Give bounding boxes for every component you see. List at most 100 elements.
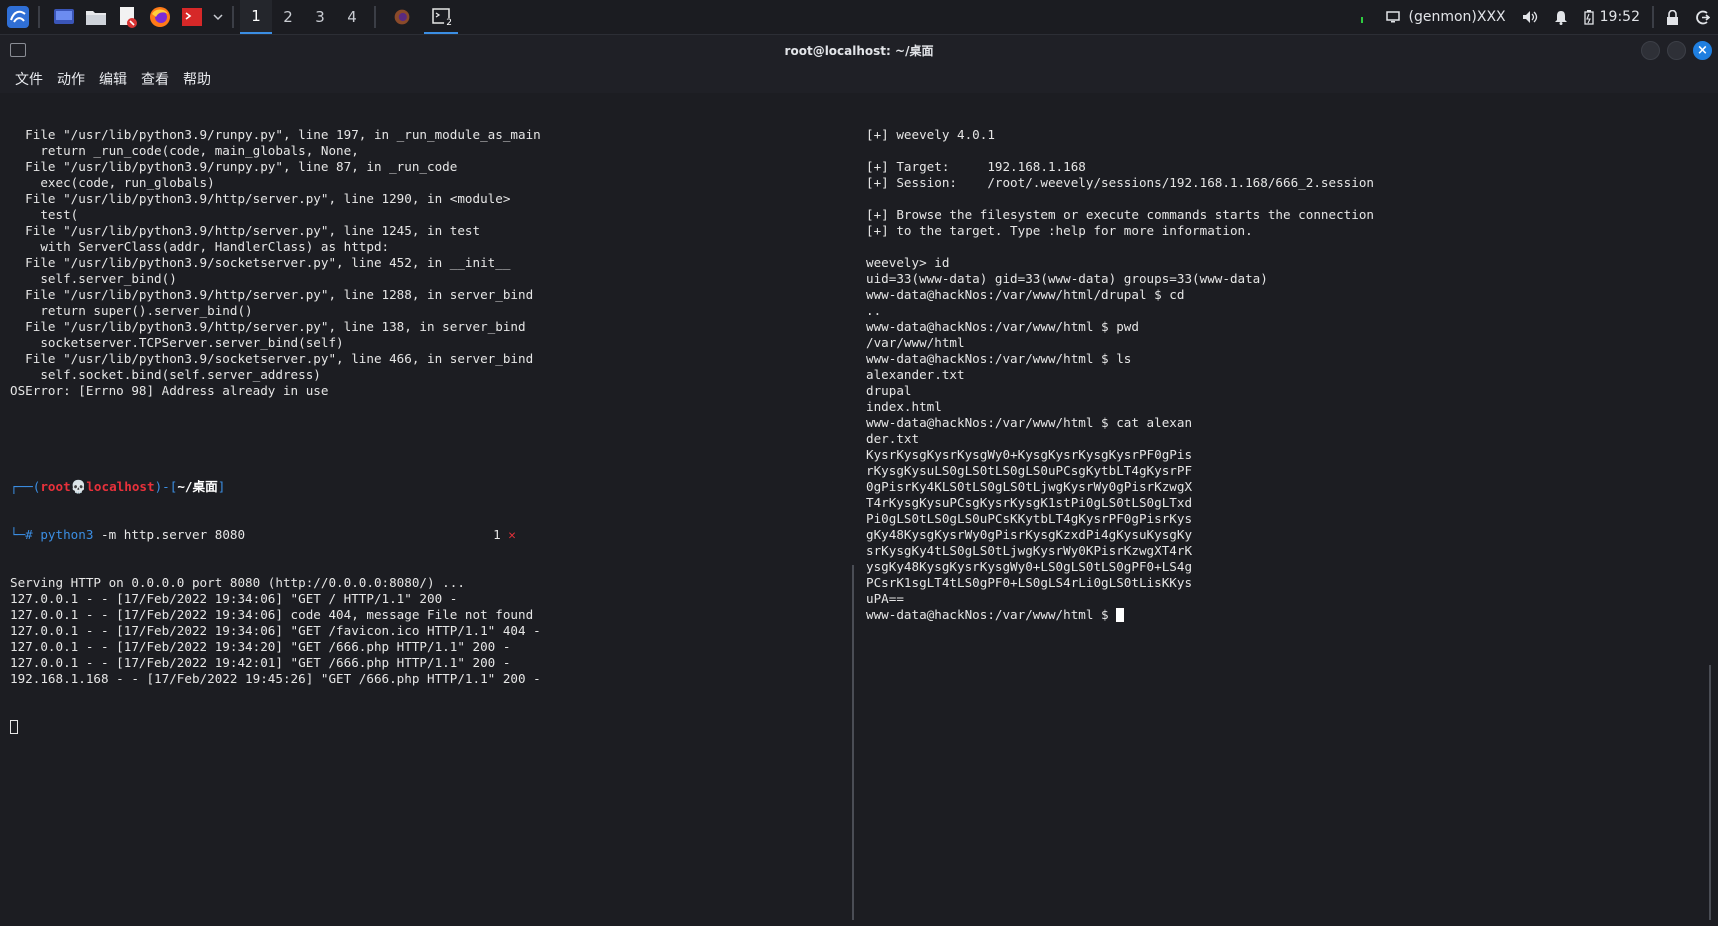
chevron-down-icon[interactable] bbox=[210, 3, 226, 31]
lock-icon[interactable] bbox=[1666, 9, 1679, 25]
menu-actions[interactable]: 动作 bbox=[50, 69, 92, 89]
server-log-line: Serving HTTP on 0.0.0.0 port 8080 (http:… bbox=[10, 575, 465, 590]
genmon-label[interactable]: (genmon)XXX bbox=[1408, 9, 1505, 25]
weevely-output-line: ysgKy48KysgKysrKysgWy0+LS0gLS0tLS0gPF0+L… bbox=[866, 559, 1374, 575]
line-text: KysrKysgKysrKysgWy0+KysgKysrKysgKysrPF0g… bbox=[866, 447, 1193, 462]
workspace-1[interactable]: 1 bbox=[240, 0, 272, 34]
line-text: [+] to the target. Type :help for more i… bbox=[866, 223, 1253, 238]
maximize-button[interactable] bbox=[1667, 41, 1686, 60]
line-text: [+] Target: 192.168.1.168 bbox=[866, 159, 1086, 174]
job-number: 1 bbox=[493, 527, 501, 542]
line-text: T4rKysgKysuPCsgKysrKysgK1stPi0gLS0tLS0gL… bbox=[866, 495, 1193, 510]
volume-icon[interactable] bbox=[1522, 10, 1538, 24]
left-terminal-pane[interactable]: File "/usr/lib/python3.9/runpy.py", line… bbox=[0, 93, 848, 926]
workspace-2[interactable]: 2 bbox=[272, 0, 304, 34]
window-titlebar[interactable]: root@localhost: ~/桌面 × bbox=[0, 35, 1718, 65]
traceback-line: exec(code, run_globals) bbox=[10, 175, 215, 190]
text-editor-icon[interactable] bbox=[114, 3, 142, 31]
weevely-output-line: uid=33(www-data) gid=33(www-data) groups… bbox=[866, 271, 1374, 287]
panel-separator bbox=[1652, 6, 1654, 28]
line-text: rKysgKysuLS0gLS0tLS0gLS0uPCsgKytbLT4gKys… bbox=[866, 463, 1193, 478]
prompt-dir: ~/桌面 bbox=[177, 479, 218, 494]
weevely-output-line: .. bbox=[866, 303, 1374, 319]
traceback-line: File "/usr/lib/python3.9/http/server.py"… bbox=[10, 319, 526, 334]
line-text: www-data@hackNos:/var/www/html/drupal $ … bbox=[866, 287, 1185, 302]
menu-help[interactable]: 帮助 bbox=[176, 69, 218, 89]
weevely-output-line: alexander.txt bbox=[866, 367, 1374, 383]
weevely-output-line: www-data@hackNos:/var/www/html/drupal $ … bbox=[866, 287, 1374, 303]
menu-bar: 文件 动作 编辑 查看 帮助 bbox=[0, 65, 1718, 93]
monitor-icon[interactable] bbox=[1386, 11, 1401, 23]
line-text: drupal bbox=[866, 383, 912, 398]
server-log-line: 127.0.0.1 - - [17/Feb/2022 19:34:20] "GE… bbox=[10, 639, 511, 654]
line-text: uPA== bbox=[866, 591, 904, 606]
weevely-output-line: [+] to the target. Type :help for more i… bbox=[866, 223, 1374, 239]
weevely-output-line: www-data@hackNos:/var/www/html $ ls bbox=[866, 351, 1374, 367]
right-terminal-pane[interactable]: [+] weevely 4.0.1 [+] Target: 192.168.1.1… bbox=[856, 93, 1718, 926]
menu-edit[interactable]: 编辑 bbox=[92, 69, 134, 89]
weevely-output-line: www-data@hackNos:/var/www/html $ pwd bbox=[866, 319, 1374, 335]
right-pane-scrollbar[interactable] bbox=[1709, 665, 1711, 920]
weevely-output-line: www-data@hackNos:/var/www/html $ bbox=[866, 607, 1374, 623]
window-button-terminal[interactable]: 2 bbox=[424, 0, 458, 34]
traceback-line: File "/usr/lib/python3.9/runpy.py", line… bbox=[10, 159, 458, 174]
weevely-output-line: rKysgKysuLS0gLS0tLS0gLS0uPCsgKytbLT4gKys… bbox=[866, 463, 1374, 479]
line-text: index.html bbox=[866, 399, 942, 414]
prompt-close: ] bbox=[217, 479, 226, 494]
minimize-button[interactable] bbox=[1641, 41, 1660, 60]
line-text: alexander.txt bbox=[866, 367, 965, 382]
logout-icon[interactable] bbox=[1695, 10, 1710, 25]
workspace-4[interactable]: 4 bbox=[336, 0, 368, 34]
line-text: Pi0gLS0tLS0gLS0uPCsKKytbLT4gKysrPF0gPisr… bbox=[866, 511, 1193, 526]
line-text: gKy48KysgKysrWy0gPisrKysgKzxdPi4gKysuKys… bbox=[866, 527, 1193, 542]
weevely-output-line bbox=[866, 191, 1374, 207]
line-text: [+] Browse the filesystem or execute com… bbox=[866, 207, 1374, 222]
weevely-output-line: srKysgKy4tLS0gLS0tLjwgKysrWy0KPisrKzwgXT… bbox=[866, 543, 1374, 559]
file-manager-icon[interactable] bbox=[82, 3, 110, 31]
traceback-line: return super().server_bind() bbox=[10, 303, 253, 318]
line-text: www-data@hackNos:/var/www/html $ pwd bbox=[866, 319, 1139, 334]
traceback-line: test( bbox=[10, 207, 79, 222]
weevely-output-line: [+] weevely 4.0.1 bbox=[866, 127, 1374, 143]
traceback-line: File "/usr/lib/python3.9/socketserver.py… bbox=[10, 351, 534, 366]
close-button[interactable]: × bbox=[1693, 41, 1712, 60]
firefox-icon[interactable] bbox=[146, 3, 174, 31]
weevely-output-line: drupal bbox=[866, 383, 1374, 399]
traceback-line: File "/usr/lib/python3.9/socketserver.py… bbox=[10, 255, 511, 270]
panel-separator bbox=[374, 6, 376, 28]
line-text: srKysgKy4tLS0gLS0tLjwgKysrWy0KPisrKzwgXT… bbox=[866, 543, 1193, 558]
menu-file[interactable]: 文件 bbox=[0, 69, 50, 89]
weevely-output-line: 0gPisrKy4KLS0tLS0gLS0tLjwgKysrWy0gPisrKz… bbox=[866, 479, 1374, 495]
line-text: [+] weevely 4.0.1 bbox=[866, 127, 995, 142]
terminal-launcher-icon[interactable] bbox=[178, 3, 206, 31]
server-log-line: 192.168.1.168 - - [17/Feb/2022 19:45:26]… bbox=[10, 671, 541, 686]
traceback-line: with ServerClass(addr, HandlerClass) as … bbox=[10, 239, 390, 254]
weevely-output-line: [+] Target: 192.168.1.168 bbox=[866, 159, 1374, 175]
weevely-output-line: T4rKysgKysuPCsgKysrKysgK1stPi0gLS0tLS0gL… bbox=[866, 495, 1374, 511]
traceback-line: File "/usr/lib/python3.9/runpy.py", line… bbox=[10, 127, 541, 142]
line-text: www-data@hackNos:/var/www/html $ ls bbox=[866, 351, 1132, 366]
prompt-command-line: └─# python3 -m http.server 8080 1 ✕ bbox=[10, 527, 541, 543]
battery-icon[interactable] bbox=[1583, 9, 1594, 25]
command-args: -m http.server 8080 bbox=[93, 527, 246, 542]
line-text: der.txt bbox=[866, 431, 920, 446]
line-text: www-data@hackNos:/var/www/html $ bbox=[866, 607, 1117, 622]
notification-bell-icon[interactable] bbox=[1554, 10, 1568, 25]
terminal-cursor bbox=[1116, 608, 1125, 622]
left-pane-scrollbar[interactable] bbox=[852, 565, 854, 920]
top-panel: 1 2 3 4 2 (genmon)XXX 19:52 bbox=[0, 0, 1718, 35]
line-text: www-data@hackNos:/var/www/html $ cat ale… bbox=[866, 415, 1193, 430]
server-log-line: 127.0.0.1 - - [17/Feb/2022 19:42:01] "GE… bbox=[10, 655, 511, 670]
traceback-line: self.server_bind() bbox=[10, 271, 177, 286]
weevely-output-line: uPA== bbox=[866, 591, 1374, 607]
kali-menu-icon[interactable] bbox=[4, 3, 32, 31]
terminal-window-icon[interactable] bbox=[10, 43, 26, 57]
clock[interactable]: 19:52 bbox=[1600, 9, 1640, 25]
workspace-3[interactable]: 3 bbox=[304, 0, 336, 34]
menu-view[interactable]: 查看 bbox=[134, 69, 176, 89]
weevely-output-line: [+] Browse the filesystem or execute com… bbox=[866, 207, 1374, 223]
weevely-output-line: KysrKysgKysrKysgWy0+KysgKysrKysgKysrPF0g… bbox=[866, 447, 1374, 463]
window-button-firefox[interactable] bbox=[388, 3, 416, 31]
desktop-icon[interactable] bbox=[50, 3, 78, 31]
